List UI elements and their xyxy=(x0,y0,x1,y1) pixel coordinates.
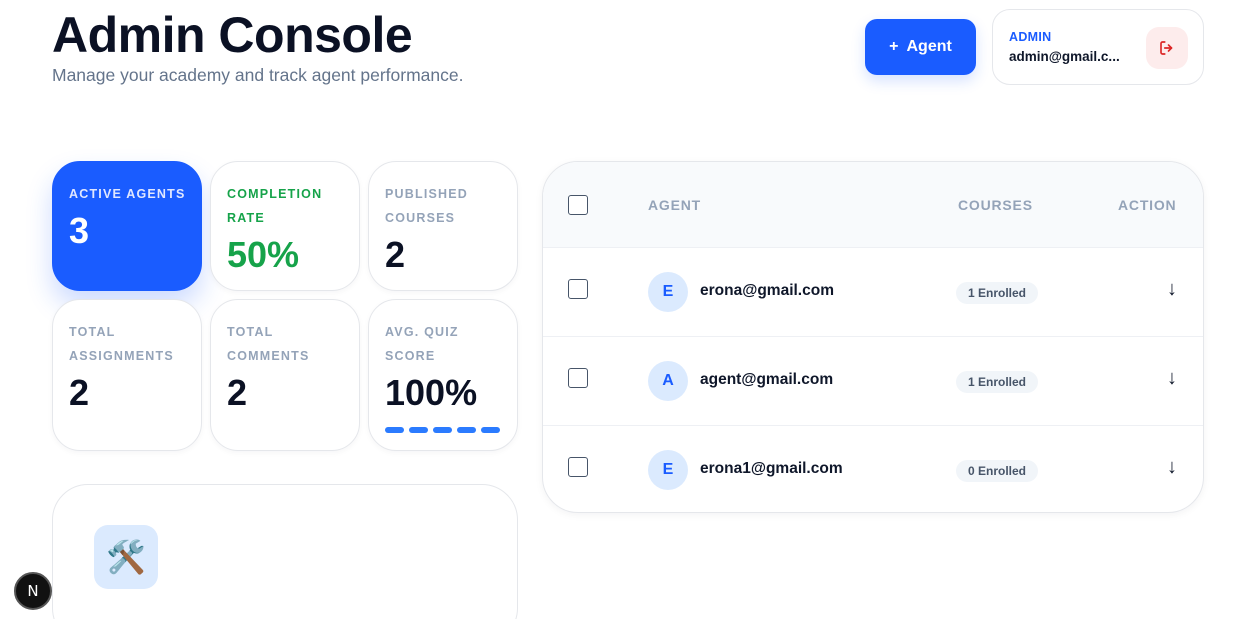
stat-value: 2 xyxy=(227,372,248,413)
logout-icon xyxy=(1160,41,1173,55)
quiz-bar-segment xyxy=(457,427,476,433)
enrolled-badge: 1 Enrolled xyxy=(956,282,1038,304)
stat-completion-rate: COMPLETION RATE 50% xyxy=(210,161,360,291)
logout-button[interactable] xyxy=(1146,27,1188,69)
expand-row-icon[interactable]: ↓ xyxy=(1167,368,1177,388)
stat-label: TOTAL COMMENTS xyxy=(227,325,310,363)
stat-label: COMPLETION RATE xyxy=(227,187,323,225)
stat-label: TOTAL ASSIGNMENTS xyxy=(69,325,174,363)
select-all-checkbox[interactable] xyxy=(568,195,588,215)
row-checkbox[interactable] xyxy=(568,457,588,477)
hammer-wrench-icon: 🛠️ xyxy=(106,539,146,575)
expand-row-icon[interactable]: ↓ xyxy=(1167,279,1177,299)
column-header-agent: AGENT xyxy=(648,197,701,213)
stat-active-agents: ACTIVE AGENTS 3 xyxy=(52,161,202,291)
quiz-bar-segment xyxy=(433,427,452,433)
admin-console-page: Admin Console Manage your academy and tr… xyxy=(0,0,1256,619)
page-title: Admin Console xyxy=(52,7,413,63)
nextjs-dev-indicator-icon[interactable]: N xyxy=(14,572,52,610)
quiz-bar-segment xyxy=(481,427,500,433)
expand-row-icon[interactable]: ↓ xyxy=(1167,457,1177,477)
stat-published-courses: PUBLISHED COURSES 2 xyxy=(368,161,518,291)
user-role: ADMIN xyxy=(1009,30,1052,44)
stat-value: 50% xyxy=(227,234,300,275)
stat-label: AVG. QUIZ SCORE xyxy=(385,325,459,363)
agent-email: agent@gmail.com xyxy=(700,371,834,388)
add-agent-button[interactable]: + Agent xyxy=(865,19,976,75)
tools-card: 🛠️ xyxy=(52,484,518,619)
stat-value: 2 xyxy=(385,234,406,275)
quiz-bar-segment xyxy=(409,427,428,433)
quiz-score-bars xyxy=(385,427,500,433)
stat-label: ACTIVE AGENTS xyxy=(69,187,186,201)
stat-total-assignments: TOTAL ASSIGNMENTS 2 xyxy=(52,299,202,451)
stat-value: 3 xyxy=(69,210,90,251)
add-agent-label: Agent xyxy=(906,38,952,55)
stat-value: 2 xyxy=(69,372,90,413)
table-row: E erona1@gmail.com 0 Enrolled ↓ xyxy=(543,425,1203,512)
table-row: A agent@gmail.com 1 Enrolled ↓ xyxy=(543,336,1203,425)
stat-total-comments: TOTAL COMMENTS 2 xyxy=(210,299,360,451)
enrolled-badge: 1 Enrolled xyxy=(956,371,1038,393)
row-checkbox[interactable] xyxy=(568,368,588,388)
page-subtitle: Manage your academy and track agent perf… xyxy=(52,65,464,85)
row-checkbox[interactable] xyxy=(568,279,588,299)
tools-icon-tile: 🛠️ xyxy=(94,525,158,589)
column-header-action: ACTION xyxy=(1118,197,1177,213)
column-header-courses: COURSES xyxy=(958,197,1033,213)
agent-email: erona@gmail.com xyxy=(700,282,834,299)
avatar: E xyxy=(648,450,688,490)
agent-email: erona1@gmail.com xyxy=(700,460,843,477)
user-email: admin@gmail.c... xyxy=(1009,49,1120,64)
enrolled-badge: 0 Enrolled xyxy=(956,460,1038,482)
stat-value: 100% xyxy=(385,372,478,413)
table-row: E erona@gmail.com 1 Enrolled ↓ xyxy=(543,247,1203,336)
stat-avg-quiz-score: AVG. QUIZ SCORE 100% xyxy=(368,299,518,451)
avatar: E xyxy=(648,272,688,312)
agents-table: AGENT COURSES ACTION E erona@gmail.com 1… xyxy=(542,161,1204,513)
stat-label: PUBLISHED COURSES xyxy=(385,187,469,225)
table-header: AGENT COURSES ACTION xyxy=(543,162,1203,247)
avatar: A xyxy=(648,361,688,401)
user-card: ADMIN admin@gmail.c... xyxy=(992,9,1204,85)
plus-icon: + xyxy=(889,38,899,55)
quiz-bar-segment xyxy=(385,427,404,433)
